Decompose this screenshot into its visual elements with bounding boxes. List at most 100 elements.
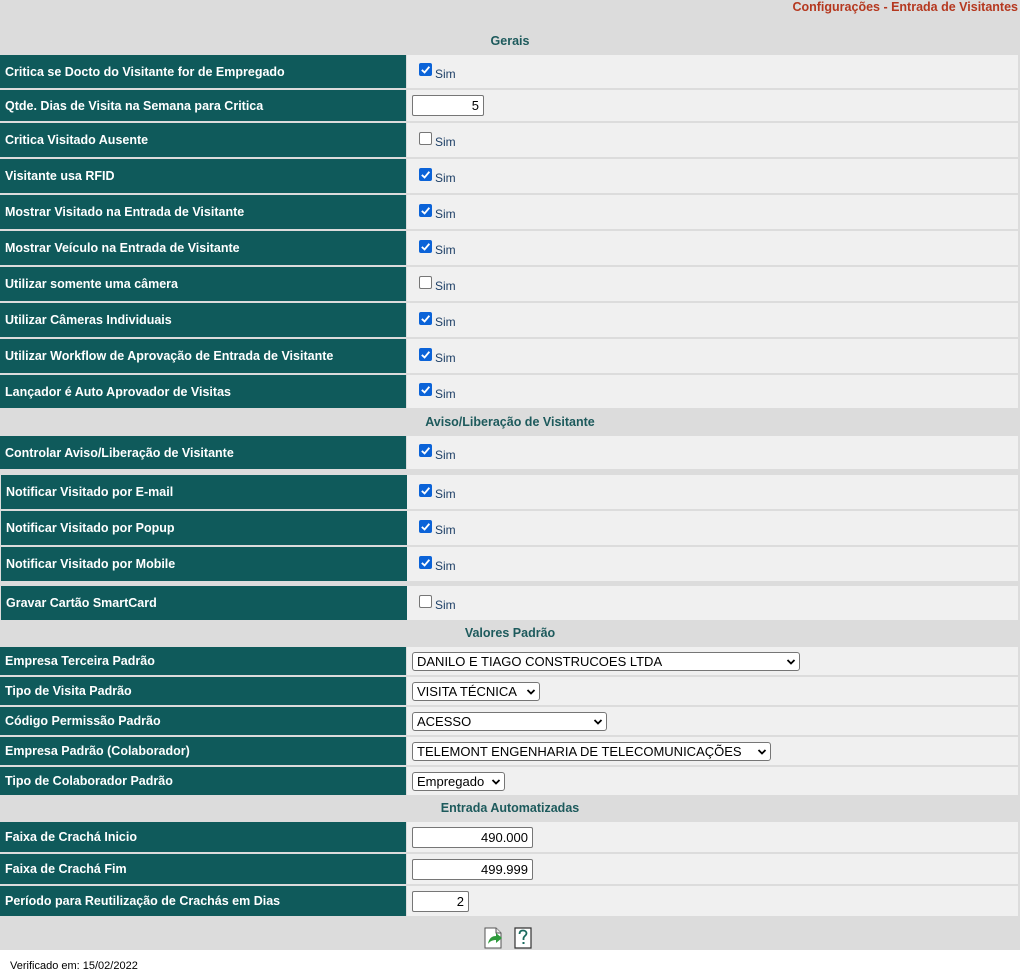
tipo-visita-select[interactable]: VISITA TÉCNICA [412,681,540,701]
checkbox-label: Sim [435,135,456,149]
checkbox-label: Sim [435,207,456,221]
row-label: Lançador é Auto Aprovador de Visitas [0,375,406,408]
row-label: Empresa Terceira Padrão [0,647,406,675]
chevron-down-icon [526,688,536,695]
checkbox-label: Sim [435,447,456,462]
row-notificar-popup: Notificar Visitado por Popup Sim [0,511,1020,545]
row-mostrar-veiculo: Mostrar Veículo na Entrada de Visitante … [0,231,1020,265]
row-label: Utilizar somente uma câmera [0,267,406,301]
row-visitante-rfid: Visitante usa RFID Sim [0,159,1020,193]
row-cameras-individuais: Utilizar Câmeras Individuais Sim [0,303,1020,337]
row-label: Utilizar Workflow de Aprovação de Entrad… [0,339,406,373]
critica-ausente-checkbox[interactable] [419,131,432,145]
row-label: Notificar Visitado por Popup [1,511,407,545]
row-lancador-auto-aprovador: Lançador é Auto Aprovador de Visitas Sim [0,375,1020,408]
row-label: Tipo de Visita Padrão [0,677,406,705]
row-critica-visitado-ausente: Critica Visitado Ausente Sim [0,123,1020,157]
select-value: DANILO E TIAGO CONSTRUCOES LTDA [417,653,663,669]
verified-date: Verificado em: 15/02/2022 [10,960,138,972]
section-aviso-header: Aviso/Liberação de Visitante [425,415,595,429]
row-tipo-colaborador: Tipo de Colaborador Padrão Empregado [0,767,1020,795]
row-label: Critica Visitado Ausente [0,123,406,157]
checkbox-label: Sim [435,598,456,612]
notificar-popup-checkbox[interactable] [419,519,432,533]
row-label: Faixa de Crachá Inicio [0,822,406,852]
workflow-checkbox[interactable] [419,347,432,361]
row-label: Utilizar Câmeras Individuais [0,303,406,337]
row-qtde-dias-visita: Qtde. Dias de Visita na Semana para Crit… [0,90,1020,121]
section-gerais-header: Gerais [490,34,530,48]
notificar-mobile-checkbox[interactable] [419,555,432,569]
row-uma-camera: Utilizar somente uma câmera Sim [0,267,1020,301]
row-gravar-smartcard: Gravar Cartão SmartCard Sim [0,586,1020,620]
row-notificar-email: Notificar Visitado por E-mail Sim [0,475,1020,509]
faixa-inicio-input[interactable]: 490.000 [412,826,533,848]
critica-docto-checkbox[interactable] [419,63,432,76]
qtde-dias-input[interactable]: 5 [412,95,484,116]
controlar-aviso-checkbox[interactable] [419,444,432,457]
row-faixa-inicio: Faixa de Crachá Inicio 490.000 [0,822,1020,852]
row-empresa-terceira: Empresa Terceira Padrão DANILO E TIAGO C… [0,647,1020,675]
faixa-fim-input[interactable]: 499.999 [412,858,533,880]
mostrar-veiculo-checkbox[interactable] [419,239,432,253]
empresa-padrao-select[interactable]: TELEMONT ENGENHARIA DE TELECOMUNICAÇÕES [412,741,771,761]
section-entrada-header: Entrada Automatizadas [440,801,580,815]
periodo-reutilizacao-input[interactable]: 2 [412,890,469,912]
cameras-individuais-checkbox[interactable] [419,311,432,325]
row-label: Período para Reutilização de Crachás em … [0,886,406,916]
checkbox-label: Sim [435,66,456,81]
row-label: Notificar Visitado por E-mail [1,475,407,509]
row-label: Controlar Aviso/Liberação de Visitante [0,436,406,469]
checkbox-label: Sim [435,487,456,501]
row-notificar-mobile: Notificar Visitado por Mobile Sim [0,547,1020,581]
row-label: Critica se Docto do Visitante for de Emp… [0,55,406,88]
row-periodo-reutilizacao: Período para Reutilização de Crachás em … [0,886,1020,916]
checkbox-label: Sim [435,171,456,185]
row-label: Visitante usa RFID [0,159,406,193]
checkbox-label: Sim [435,559,456,573]
row-empresa-padrao: Empresa Padrão (Colaborador) TELEMONT EN… [0,737,1020,765]
row-workflow-aprovacao: Utilizar Workflow de Aprovação de Entrad… [0,339,1020,373]
row-label: Empresa Padrão (Colaborador) [0,737,406,765]
checkbox-label: Sim [435,315,456,329]
codigo-permissao-select[interactable]: ACESSO [412,711,607,731]
chevron-down-icon [757,748,767,755]
row-tipo-visita: Tipo de Visita Padrão VISITA TÉCNICA [0,677,1020,705]
row-mostrar-visitado: Mostrar Visitado na Entrada de Visitante… [0,195,1020,229]
save-icon[interactable] [482,926,506,950]
row-label: Tipo de Colaborador Padrão [0,767,406,795]
auto-aprovador-checkbox[interactable] [419,383,432,396]
checkbox-label: Sim [435,386,456,401]
empresa-terceira-select[interactable]: DANILO E TIAGO CONSTRUCOES LTDA [412,651,800,671]
section-valores-header: Valores Padrão [464,626,556,640]
notificar-email-checkbox[interactable] [419,483,432,497]
row-label: Código Permissão Padrão [0,707,406,735]
checkbox-label: Sim [435,523,456,537]
select-value: TELEMONT ENGENHARIA DE TELECOMUNICAÇÕES [417,743,742,759]
mostrar-visitado-checkbox[interactable] [419,203,432,217]
row-controlar-aviso: Controlar Aviso/Liberação de Visitante S… [0,436,1020,469]
checkbox-label: Sim [435,351,456,365]
select-value: Empregado [417,773,485,789]
row-label: Gravar Cartão SmartCard [1,586,407,620]
help-icon[interactable] [512,926,534,950]
select-value: VISITA TÉCNICA [417,683,517,699]
chevron-down-icon [491,778,501,785]
row-critica-docto-empregado: Critica se Docto do Visitante for de Emp… [0,55,1020,88]
footer-actions [482,926,534,950]
rfid-checkbox[interactable] [419,167,432,181]
tipo-colaborador-select[interactable]: Empregado [412,771,505,791]
checkbox-label: Sim [435,279,456,293]
chevron-down-icon [593,718,603,725]
select-value: ACESSO [417,713,472,729]
uma-camera-checkbox[interactable] [419,275,432,289]
checkbox-label: Sim [435,243,456,257]
chevron-down-icon [786,658,796,665]
page-title: Configurações - Entrada de Visitantes [792,0,1018,14]
row-label: Qtde. Dias de Visita na Semana para Crit… [0,90,406,121]
config-page: Configurações - Entrada de Visitantes Ge… [0,0,1020,950]
row-label: Mostrar Visitado na Entrada de Visitante [0,195,406,229]
row-label: Mostrar Veículo na Entrada de Visitante [0,231,406,265]
smartcard-checkbox[interactable] [419,594,432,608]
row-codigo-permissao: Código Permissão Padrão ACESSO [0,707,1020,735]
